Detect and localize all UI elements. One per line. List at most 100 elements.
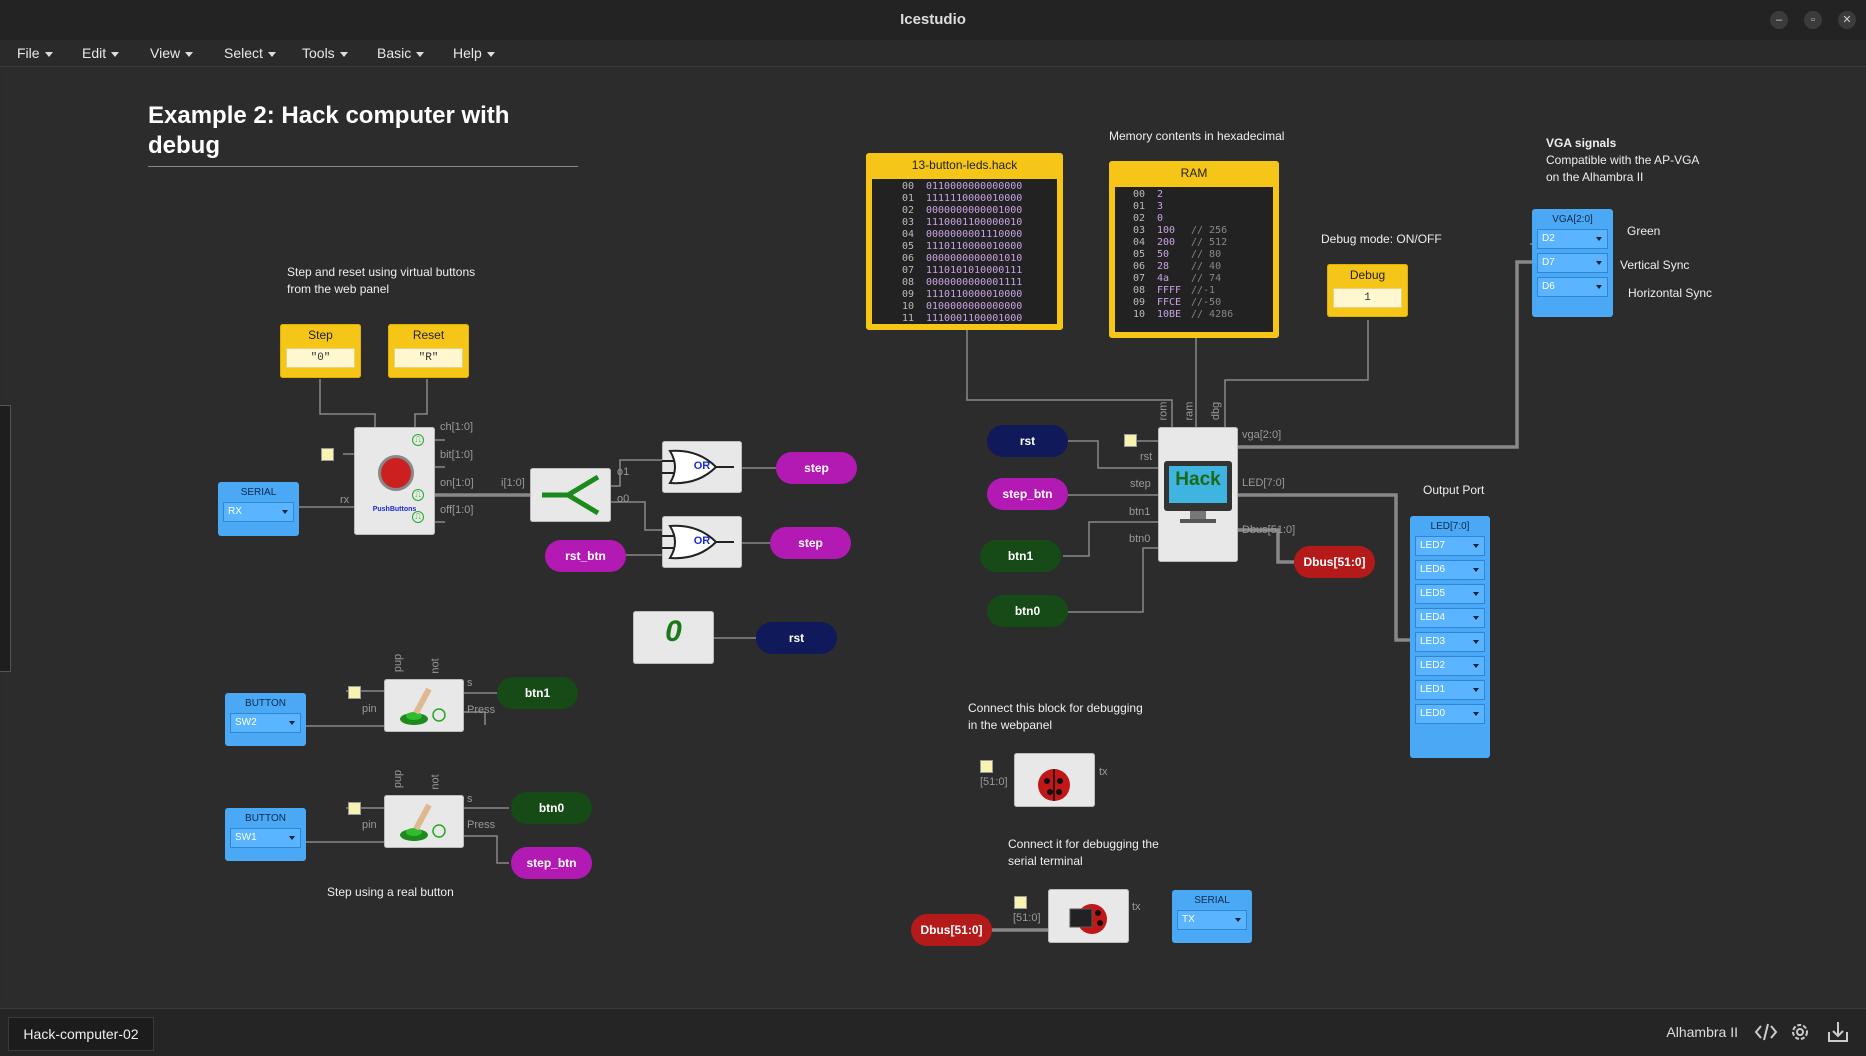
or-gate-1[interactable]: OR — [662, 441, 742, 493]
code-icon[interactable] — [1754, 1020, 1778, 1044]
label-btn0-out[interactable]: btn0 — [511, 792, 592, 824]
led-pin-5[interactable]: LED2 — [1415, 656, 1485, 676]
board-name[interactable]: Alhambra II — [1666, 1024, 1738, 1040]
button-sw2-select[interactable]: SW2 — [230, 713, 301, 733]
serial-tx-select[interactable]: TX — [1177, 910, 1247, 930]
pushbuttons-param-toggle[interactable] — [321, 448, 334, 461]
vga-output-block[interactable]: VGA[2:0] D2 D7 D6 — [1532, 209, 1613, 317]
button-debouncer-1[interactable] — [384, 679, 464, 732]
port-not-1: not — [429, 658, 442, 674]
pulse-icon-3: ⎍ — [412, 511, 424, 523]
project-tab[interactable]: Hack-computer-02 — [8, 1017, 154, 1051]
gear-icon[interactable] — [1788, 1020, 1812, 1044]
rom-row: 10 0100000000000000 — [901, 301, 1023, 312]
constant-zero-block[interactable]: 0 — [633, 611, 714, 664]
serial-rx-select[interactable]: RX — [223, 502, 294, 522]
debug-input-value[interactable]: 1 — [1333, 288, 1402, 308]
rom-row: 05 1110110000010000 — [901, 241, 1023, 252]
or-gate-2-label: OR — [693, 535, 711, 547]
rom-row: 03 1110001100000010 — [901, 217, 1023, 228]
button-sw1-title: BUTTON — [245, 813, 286, 824]
port-press-2: Press — [467, 819, 496, 831]
button-sw2-block[interactable]: BUTTON SW2 — [225, 693, 306, 746]
ram-row: 03 100// 256 — [1132, 225, 1228, 236]
label-rst-out[interactable]: rst — [756, 622, 837, 654]
debug-web-param-toggle[interactable] — [980, 760, 993, 773]
serial-tx-block[interactable]: SERIAL TX — [1172, 890, 1252, 943]
label-dbus-out[interactable]: Dbus[51:0] — [1294, 546, 1375, 578]
reset-input-block[interactable]: Reset "R" — [388, 324, 469, 378]
upload-icon[interactable] — [1826, 1020, 1850, 1044]
hack-computer-block[interactable]: Hack — [1158, 427, 1238, 562]
or-gate-2[interactable]: OR — [662, 516, 742, 568]
led-pin-6[interactable]: LED1 — [1415, 680, 1485, 700]
led-title: LED[7:0] — [1430, 521, 1470, 532]
pushbuttons-block[interactable]: PushButtons ⎍ ⎍ ⎍ — [354, 427, 435, 535]
constant-zero-value: 0 — [665, 615, 682, 648]
serial-tx-title: SERIAL — [1194, 895, 1230, 906]
step-input-block[interactable]: Step "0" — [280, 324, 361, 378]
computer-monitor-icon — [1164, 461, 1232, 523]
note-memory: Memory contents in hexadecimal — [1109, 129, 1285, 143]
rom-row: 08 0000000000001111 — [901, 277, 1023, 288]
debug-serial-param-toggle[interactable] — [1014, 896, 1027, 909]
serial-rx-title: SERIAL — [240, 487, 277, 498]
button-sw1-select[interactable]: SW1 — [230, 828, 301, 848]
label-btn0-in[interactable]: btn0 — [987, 595, 1068, 627]
bus-splitter-block[interactable] — [530, 468, 611, 522]
rom-row: 07 1110101010000111 — [901, 265, 1023, 276]
label-dbus-in[interactable]: Dbus[51:0] — [911, 914, 992, 946]
rom-memory-block[interactable]: 13-button-leds.hack 00 0110000000000000 01… — [866, 153, 1063, 330]
hack-param-toggle[interactable] — [1124, 434, 1137, 447]
note-vga-title: VGA signals — [1546, 136, 1617, 150]
ladybug-icon — [1038, 769, 1070, 801]
led-pin-7[interactable]: LED0 — [1415, 704, 1485, 724]
note-hsync: Horizontal Sync — [1628, 286, 1713, 300]
debug-unit-serial[interactable] — [1048, 889, 1129, 943]
label-step-1[interactable]: step — [776, 452, 857, 484]
debug-input-block[interactable]: Debug 1 — [1327, 264, 1408, 317]
ram-memory-block[interactable]: RAM 00 2 01 3 02 0 03 100// 256 04 200// 512 05 50/… — [1109, 161, 1279, 338]
ram-row: 00 2 — [1132, 189, 1164, 200]
button-sw1-block[interactable]: BUTTON SW1 — [225, 808, 306, 861]
port-on: on[1:0] — [440, 477, 474, 489]
note-vga-sub: Compatible with the AP-VGA on the Alhamb… — [1546, 153, 1700, 184]
vga-pin-1[interactable]: D7 — [1537, 253, 1608, 273]
led-pin-3[interactable]: LED4 — [1415, 608, 1485, 628]
label-step-btn-in[interactable]: step_btn — [987, 478, 1068, 510]
label-btn1-in[interactable]: btn1 — [980, 540, 1061, 572]
led-pin-2[interactable]: LED5 — [1415, 584, 1485, 604]
label-rst-in[interactable]: rst — [987, 425, 1068, 457]
label-btn1-out[interactable]: btn1 — [497, 677, 578, 709]
hack-label: Hack — [1175, 469, 1221, 490]
serial-rx-block[interactable]: SERIAL RX — [218, 482, 299, 536]
vga-pin-0[interactable]: D2 — [1537, 229, 1608, 249]
button-sw2-title: BUTTON — [245, 698, 286, 709]
led-pin-0[interactable]: LED7 — [1415, 536, 1485, 556]
led-pin-1[interactable]: LED6 — [1415, 560, 1485, 580]
ram-row: 08 FFFF//-1 — [1132, 285, 1216, 296]
button-2-param-toggle[interactable] — [348, 802, 361, 815]
label-step-btn-out[interactable]: step_btn — [511, 847, 592, 879]
label-step-2[interactable]: step — [770, 527, 851, 559]
ram-row: 10 10BE// 4286 — [1132, 309, 1234, 320]
ram-contents[interactable]: 00 2 01 3 02 0 03 100// 256 04 200// 512 05 50// 80… — [1115, 187, 1273, 332]
debug-unit-web[interactable] — [1014, 753, 1095, 807]
port-dbus: Dbus[51:0] — [1242, 524, 1296, 536]
ram-row: 07 4a// 74 — [1132, 273, 1222, 284]
vga-pin-2[interactable]: D6 — [1537, 277, 1608, 297]
rom-row: 01 1111110000010000 — [901, 193, 1023, 204]
pulse-icon-2: ⎍ — [412, 489, 424, 501]
button-debouncer-2[interactable] — [384, 795, 464, 848]
button-1-param-toggle[interactable] — [348, 686, 361, 699]
port-pin-1: pin — [362, 703, 377, 715]
step-input-value[interactable]: "0" — [286, 348, 355, 368]
ram-row: 06 28// 40 — [1132, 261, 1222, 272]
reset-input-value[interactable]: "R" — [394, 348, 463, 368]
led-pin-4[interactable]: LED3 — [1415, 632, 1485, 652]
debug-input-title: Debug — [1349, 268, 1386, 282]
rom-contents[interactable]: 00 0110000000000000 01 1111110000010000 02 00… — [872, 179, 1057, 324]
note-output-port: Output Port — [1423, 483, 1485, 497]
label-rst-btn[interactable]: rst_btn — [545, 540, 626, 572]
led-output-block[interactable]: LED[7:0] LED7 LED6 LED5 LED4 LED3 LED2 L… — [1410, 516, 1490, 758]
